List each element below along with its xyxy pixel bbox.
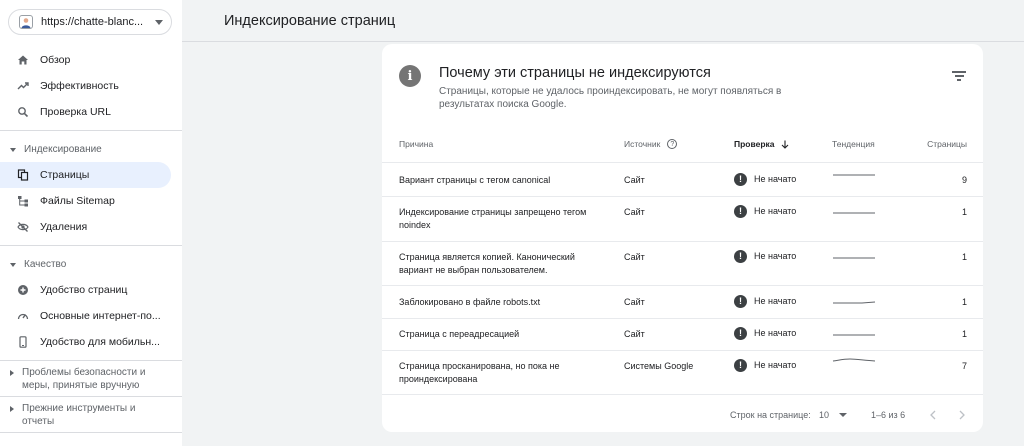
- column-header-source[interactable]: Источник ?: [624, 139, 678, 149]
- column-header-trend[interactable]: Тенденция: [832, 139, 875, 149]
- sidebar-divider: [0, 245, 182, 246]
- sidebar-divider: [0, 360, 182, 361]
- card-title: Почему эти страницы не индексируются: [439, 65, 711, 81]
- sitemap-icon: [17, 195, 29, 207]
- eye-off-icon: [17, 221, 29, 233]
- rows-per-page-label: Строк на странице:: [730, 410, 811, 420]
- phone-icon: [17, 336, 29, 348]
- column-header-reason[interactable]: Причина: [399, 139, 433, 149]
- search-icon: [17, 106, 29, 118]
- help-icon[interactable]: ?: [667, 139, 678, 149]
- sidebar-section-indexing[interactable]: Индексирование: [0, 143, 180, 156]
- arrow-down-icon: [781, 140, 788, 149]
- page-title: Индексирование страниц: [224, 13, 396, 29]
- sidebar-divider: [0, 130, 182, 131]
- sidebar-item-label: Проверка URL: [40, 106, 111, 118]
- expand-more-icon: [10, 370, 14, 376]
- sidebar-item-removals[interactable]: Удаления: [0, 214, 171, 240]
- sidebar-item-performance[interactable]: Эффективность: [0, 73, 171, 99]
- alert-icon: !: [734, 327, 747, 340]
- table-row[interactable]: Страница просканирована, но пока не прои…: [382, 350, 983, 395]
- rows-per-page-select[interactable]: 10: [819, 410, 848, 420]
- card-description: Страницы, которые не удалось проиндексир…: [439, 86, 782, 110]
- table-row[interactable]: Вариант страницы с тегом canonical Сайт …: [382, 162, 983, 196]
- column-header-validation[interactable]: Проверка: [734, 139, 789, 149]
- sidebar-item-overview[interactable]: Обзор: [0, 47, 171, 73]
- chevron-down-icon: [839, 413, 848, 417]
- sidebar-item-label: Обзор: [40, 54, 71, 66]
- speed-icon: [17, 310, 29, 322]
- column-header-pages[interactable]: Страницы: [927, 139, 967, 149]
- table-row[interactable]: Заблокировано в файле robots.txt Сайт ! Н…: [382, 285, 983, 318]
- expand-more-icon: [10, 406, 14, 412]
- trend-sparkline: [833, 257, 875, 259]
- sidebar-item-mobile-usability[interactable]: Удобство для мобильн...: [0, 329, 171, 355]
- alert-icon: !: [734, 173, 747, 186]
- page-header: Индексирование страниц: [182, 0, 1024, 42]
- sidebar-item-label: Эффективность: [40, 80, 119, 92]
- expand-less-icon: [10, 263, 16, 267]
- info-icon: i: [399, 65, 421, 87]
- table-row[interactable]: Индексирование страницы запрещено тегом …: [382, 196, 983, 241]
- add-circle-icon: [17, 284, 29, 296]
- sidebar-section-legacy-tools[interactable]: Прежние инструменты и отчеты: [0, 402, 160, 428]
- sidebar-item-core-web-vitals[interactable]: Основные интернет-по...: [0, 303, 171, 329]
- property-selector[interactable]: https://chatte-blanc...: [8, 9, 172, 35]
- alert-icon: !: [734, 250, 747, 263]
- sidebar-divider: [0, 396, 182, 397]
- table-row[interactable]: Страница с переадресацией Сайт ! Не начат…: [382, 318, 983, 350]
- chevron-down-icon[interactable]: [155, 19, 163, 25]
- home-icon: [17, 54, 29, 66]
- trend-sparkline: [833, 301, 876, 304]
- sidebar-item-label: Удобство для мобильн...: [40, 336, 160, 348]
- sidebar-section-security[interactable]: Проблемы безопасности и меры, принятые в…: [0, 366, 170, 392]
- pages-icon: [17, 169, 29, 181]
- sidebar-item-label: Удобство страниц: [40, 284, 128, 296]
- sidebar-divider: [0, 432, 182, 433]
- sidebar: https://chatte-blanc... Обзор Эффективно…: [0, 0, 182, 446]
- sidebar-section-quality[interactable]: Качество: [0, 258, 180, 271]
- trend-sparkline: [833, 174, 875, 176]
- trending-up-icon: [17, 80, 29, 92]
- sidebar-item-label: Удаления: [40, 221, 88, 233]
- alert-icon: !: [734, 205, 747, 218]
- trend-sparkline: [833, 334, 875, 336]
- sidebar-item-label: Основные интернет-по...: [40, 310, 161, 322]
- trend-sparkline: [832, 358, 876, 362]
- sidebar-item-sitemaps[interactable]: Файлы Sitemap: [0, 188, 171, 214]
- filter-icon[interactable]: [952, 71, 966, 83]
- sidebar-item-url-inspection[interactable]: Проверка URL: [0, 99, 171, 125]
- chevron-left-icon[interactable]: [929, 410, 937, 420]
- pagination-range: 1–6 из 6: [871, 410, 906, 420]
- alert-icon: !: [734, 359, 747, 372]
- sidebar-item-pages[interactable]: Страницы: [0, 162, 171, 188]
- expand-less-icon: [10, 148, 16, 152]
- trend-sparkline: [833, 212, 875, 214]
- sidebar-item-label: Файлы Sitemap: [40, 195, 115, 207]
- table-row[interactable]: Страница является копией. Канонический в…: [382, 241, 983, 285]
- alert-icon: !: [734, 295, 747, 308]
- not-indexed-reasons-card: i Почему эти страницы не индексируются С…: [382, 44, 983, 432]
- property-url: https://chatte-blanc...: [41, 16, 144, 28]
- sidebar-item-page-experience[interactable]: Удобство страниц: [0, 277, 171, 303]
- property-avatar-icon: [19, 15, 33, 29]
- sidebar-item-label: Страницы: [40, 169, 90, 181]
- chevron-right-icon[interactable]: [958, 410, 966, 420]
